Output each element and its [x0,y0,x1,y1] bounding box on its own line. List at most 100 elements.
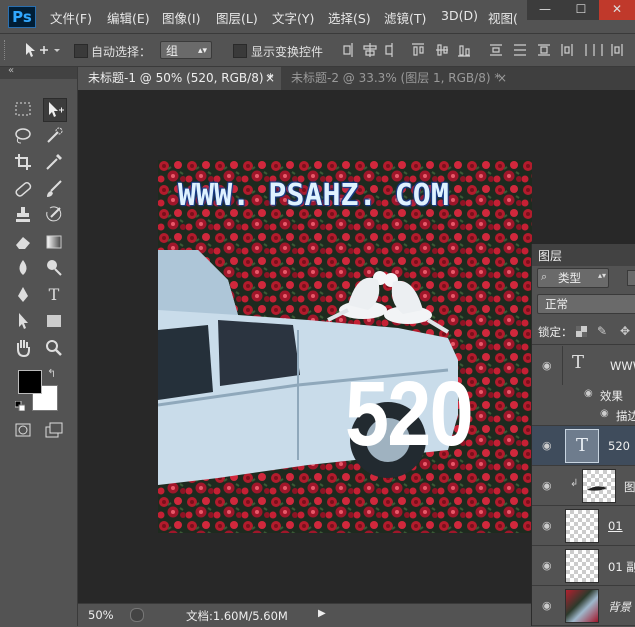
number-text-layer: 520 [345,363,474,465]
layer-row-01[interactable]: ◉ 01 [532,506,635,546]
history-brush-tool-icon[interactable] [43,204,65,226]
eye-icon[interactable]: ◉ [542,600,554,612]
auto-select-value: 组 [166,44,179,58]
menu-select[interactable]: 选择(S) [328,8,371,27]
document-canvas-image[interactable] [158,160,532,533]
status-menu-arrow-icon[interactable]: ▶ [318,608,326,619]
options-bar: 自动选择： 组 ▴▾ 显示变换控件 [0,34,635,67]
dodge-tool-icon[interactable] [43,257,65,279]
stroke-effect-label: 描边 [616,409,635,423]
eye-icon[interactable]: ◉ [542,480,554,492]
menu-type[interactable]: 文字(Y) [272,8,314,27]
stroke-effect-row[interactable]: ◉ 描边 [532,405,635,426]
eye-icon[interactable]: ◉ [542,360,554,372]
menu-view[interactable]: 视图( [488,8,518,27]
align-distribute-icons[interactable] [340,42,635,58]
tab-document-1[interactable]: 未标题-1 @ 50% (520, RGB/8) * × [78,67,281,90]
eraser-tool-icon[interactable] [12,231,34,253]
hand-tool-icon[interactable] [12,337,34,359]
foreground-color-swatch[interactable] [18,370,42,394]
layer-name: 01 [608,519,623,533]
layer-row-clipped[interactable]: ◉ ↲ 图 [532,466,635,506]
move-tool-icon [26,43,60,57]
blend-mode-dropdown[interactable]: 正常 [537,294,635,314]
effects-row[interactable]: ◉ 效果 [532,385,635,405]
layer-row-520[interactable]: ◉ T 520 [532,426,635,466]
blur-tool-icon[interactable] [12,257,34,279]
close-tab-icon[interactable]: × [497,67,507,90]
eye-icon[interactable]: ◉ [542,560,554,572]
layers-tab[interactable]: 图层 [538,247,562,264]
quick-mask-icon[interactable] [12,419,34,441]
healing-brush-tool-icon[interactable] [12,178,34,200]
window-controls: — ☐ ✕ [527,0,635,20]
swap-colors-icon[interactable]: ↰ [47,367,56,380]
toolbox-header: « [0,65,77,79]
quick-selection-tool-icon[interactable] [43,125,65,147]
collapse-icon[interactable]: « [8,65,14,76]
rectangle-tool-icon[interactable] [43,310,65,332]
zoom-tool-icon[interactable] [43,337,65,359]
menu-edit[interactable]: 编辑(E) [107,8,150,27]
layer-thumbnail [582,469,616,503]
eye-icon[interactable]: ◉ [600,408,609,419]
minimize-button[interactable]: — [527,0,563,20]
close-button[interactable]: ✕ [599,0,635,20]
eye-icon[interactable]: ◉ [542,440,554,452]
auto-select-dropdown[interactable]: 组 ▴▾ [160,41,212,59]
text-layer-thumbnail: T [565,429,599,463]
lock-transparency-icon[interactable] [576,326,587,337]
show-transform-checkbox[interactable] [233,44,247,58]
zoom-level[interactable]: 50% [88,608,114,622]
default-colors-icon[interactable] [14,400,26,412]
menu-image[interactable]: 图像(I) [162,8,200,27]
close-tab-icon[interactable]: × [265,67,275,90]
lasso-tool-icon[interactable] [12,125,34,147]
filter-kind-dropdown[interactable]: ⌕ 类型 ▴▾ [537,268,609,288]
filter-image-icon[interactable] [627,270,635,286]
restore-button[interactable]: ☐ [563,0,599,20]
menu-3d[interactable]: 3D(D) [441,8,478,23]
menu-filter[interactable]: 滤镜(T) [384,8,426,27]
pen-tool-icon[interactable] [12,284,34,306]
show-transform-label: 显示变换控件 [251,45,324,59]
path-selection-tool-icon[interactable] [12,310,34,332]
auto-select-checkbox[interactable] [74,44,88,58]
layer-row-01-copy[interactable]: ◉ 01 副 [532,546,635,586]
layer-name: 背景 [608,600,631,614]
type-tool-icon[interactable]: T [43,284,65,306]
clone-stamp-tool-icon[interactable] [12,204,34,226]
layer-name: WWW [610,359,635,373]
filter-kind-value: 类型 [558,271,581,285]
eye-icon[interactable]: ◉ [584,388,593,399]
background-layer-thumbnail [565,589,599,623]
menu-bar: Ps 文件(F) 编辑(E) 图像(I) 图层(L) 文字(Y) 选择(S) 滤… [0,0,635,34]
layer-name: 01 副 [608,560,635,574]
effects-label: 效果 [600,389,623,403]
panel-divider [532,344,635,345]
brush-tool-icon[interactable] [43,178,65,200]
layer-name: 图 [624,480,635,494]
eyedropper-tool-icon[interactable] [43,151,65,173]
text-layer-icon: T [572,352,585,373]
menu-layer[interactable]: 图层(L) [216,8,258,27]
gradient-tool-icon[interactable] [43,231,65,253]
search-icon: ⌕ [541,270,548,283]
options-grip [4,40,8,60]
layer-row-www[interactable]: ◉ T WWW [532,346,635,386]
screen-mode-icon[interactable] [43,419,65,441]
move-tool-icon[interactable] [43,98,67,122]
layer-thumbnail [565,509,599,543]
lock-position-icon[interactable]: ✥ [620,324,630,338]
menu-file[interactable]: 文件(F) [50,8,92,27]
eye-icon[interactable]: ◉ [542,520,554,532]
marquee-tool-icon[interactable] [12,98,34,120]
move-tool-preset-button[interactable] [22,40,62,60]
lock-pixels-icon[interactable]: ✎ [597,324,607,338]
layer-row-background[interactable]: ◉ 背景 [532,586,635,626]
crop-tool-icon[interactable] [12,151,34,173]
tab-document-1-label: 未标题-1 @ 50% (520, RGB/8) * [88,71,274,85]
tab-document-2[interactable]: 未标题-2 @ 33.3% (图层 1, RGB/8) * × [281,67,513,90]
status-info-icon[interactable] [130,608,144,622]
photoshop-logo: Ps [8,6,36,28]
